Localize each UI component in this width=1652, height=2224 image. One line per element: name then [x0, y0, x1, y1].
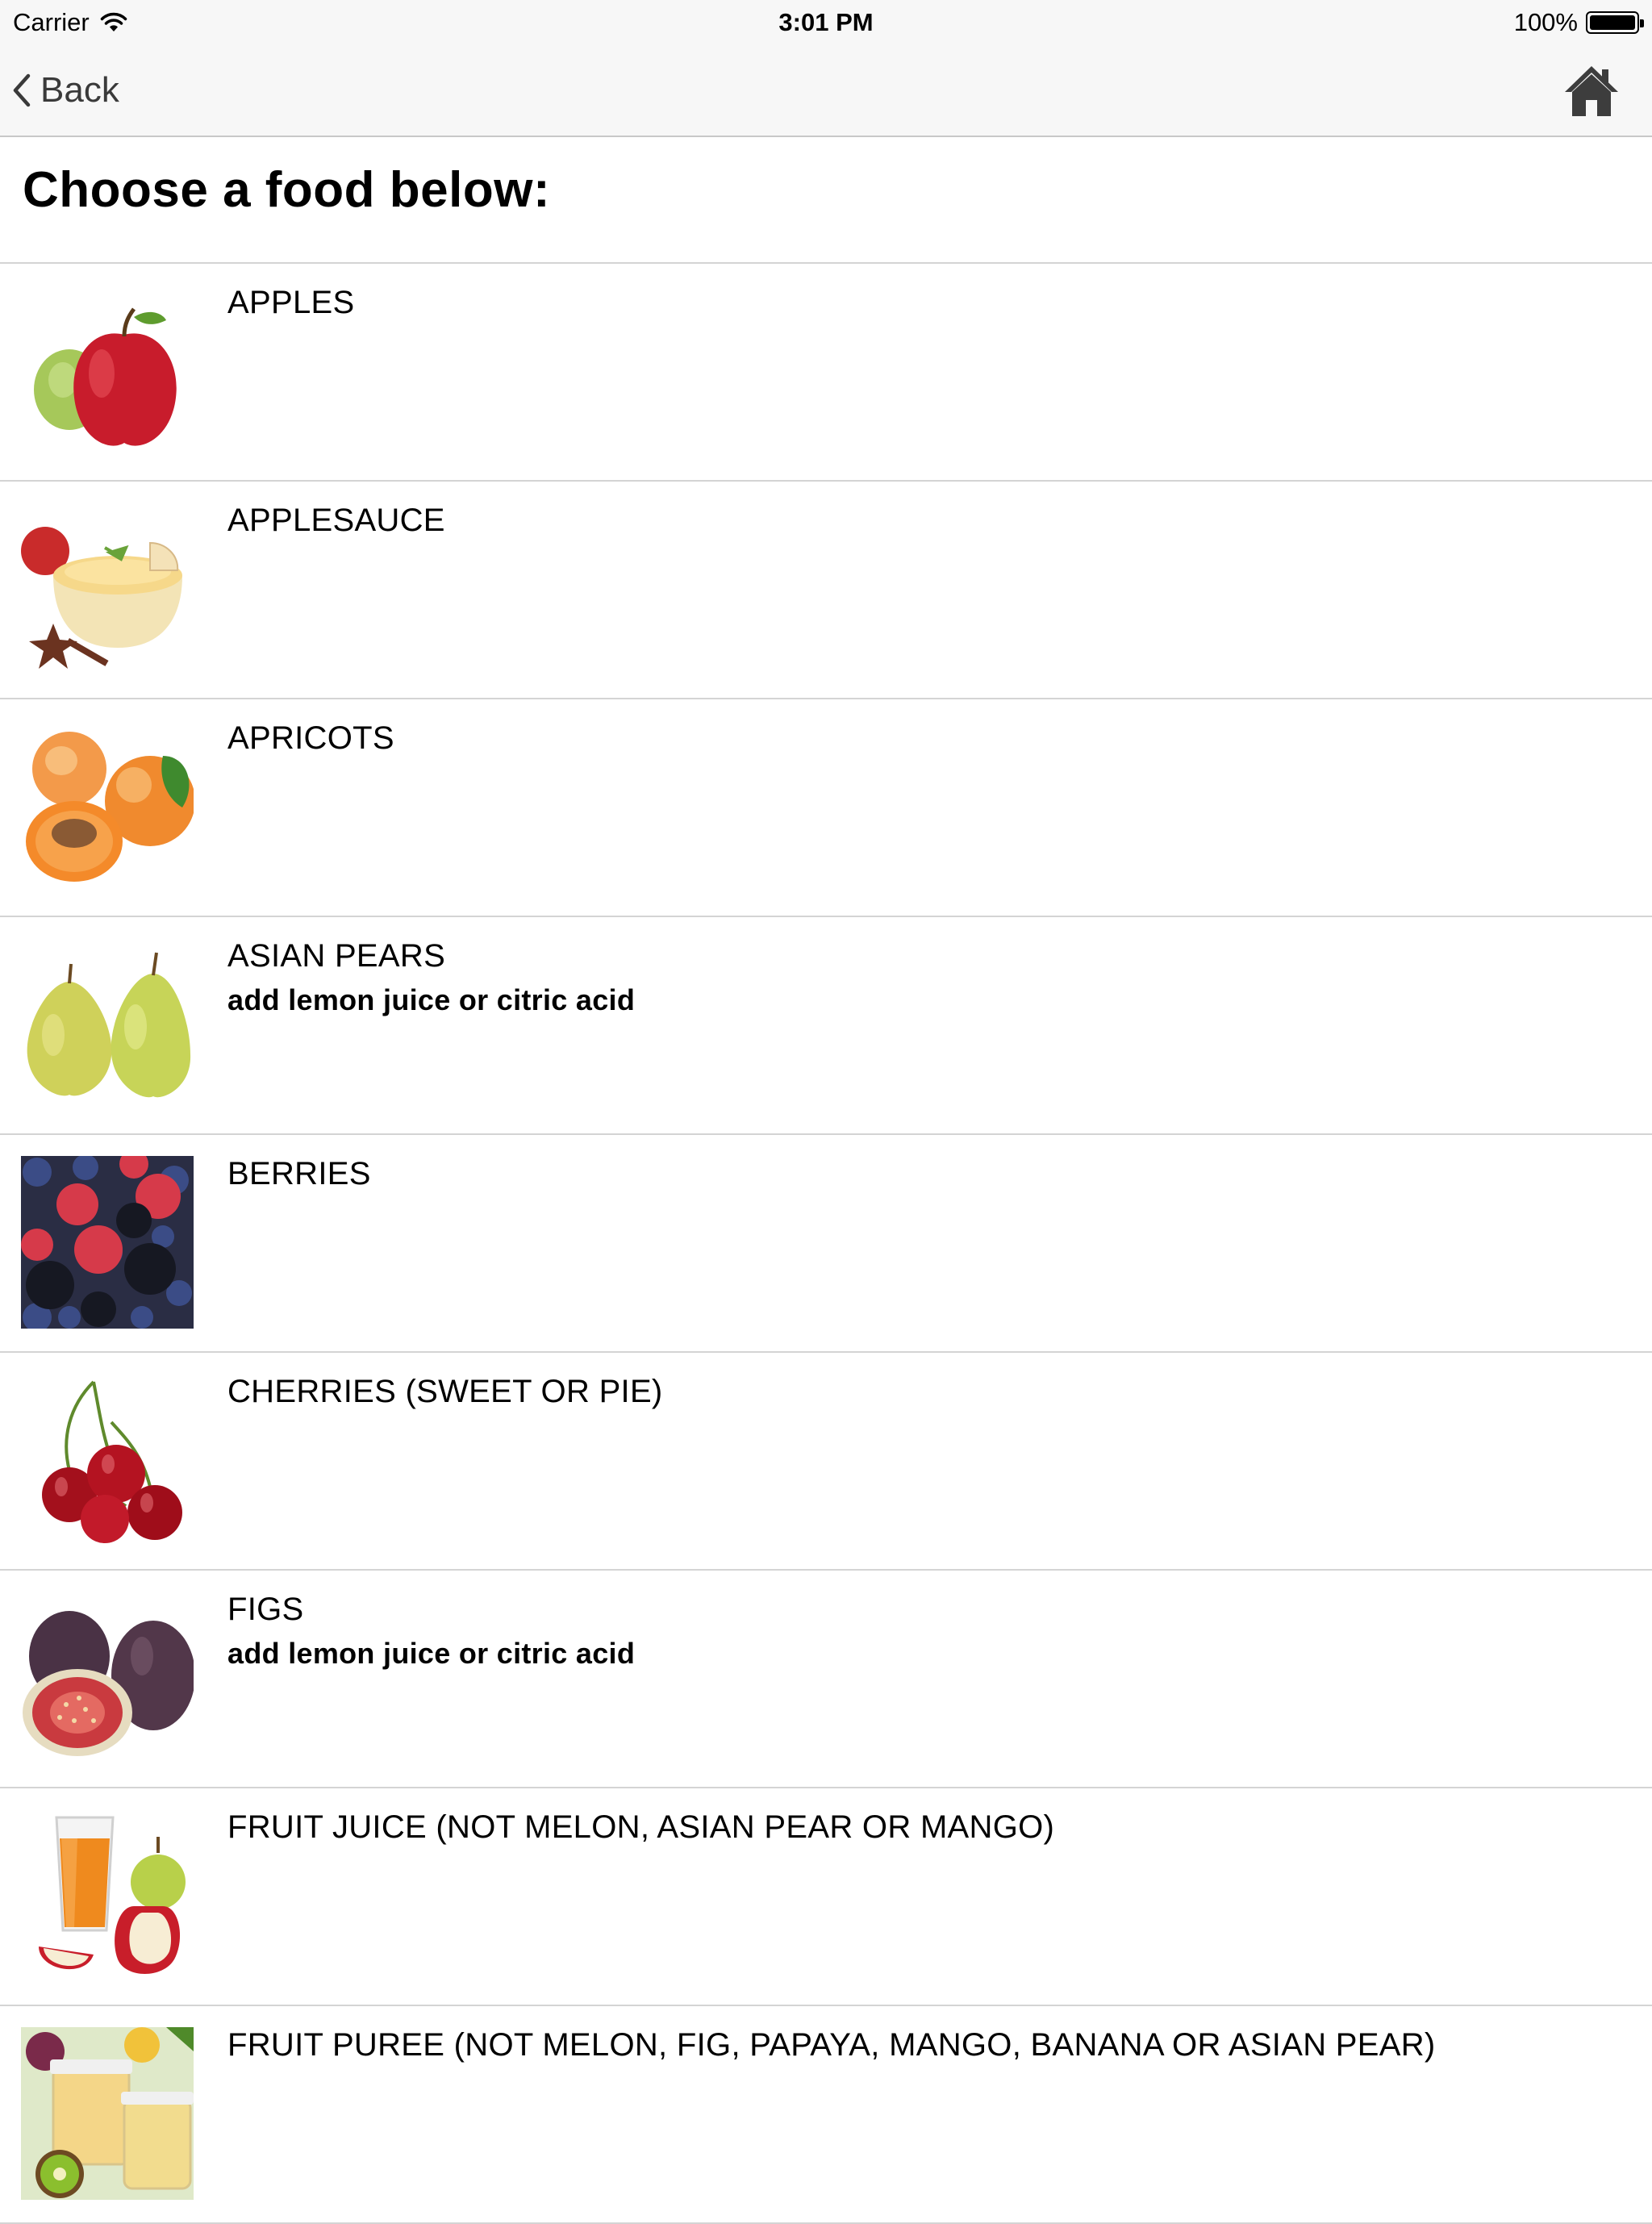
status-bar: Carrier 3:01 PM 100%	[0, 0, 1652, 45]
back-label: Back	[40, 70, 119, 110]
applesauce-image	[21, 527, 182, 669]
fruit-juice-image	[39, 1816, 186, 1974]
chevron-left-icon	[13, 73, 31, 107]
food-name: CHERRIES (SWEET OR PIE)	[227, 1374, 663, 1409]
food-name: FRUIT JUICE (NOT MELON, ASIAN PEAR OR MA…	[227, 1809, 1055, 1845]
food-name: APPLESAUCE	[227, 503, 445, 538]
apples-image	[34, 307, 177, 446]
status-time: 3:01 PM	[778, 8, 874, 36]
food-name: APRICOTS	[227, 720, 394, 756]
list-item[interactable]: CHERRIES (SWEET OR PIE)	[0, 1353, 1652, 1571]
food-name: ASIAN PEARS	[227, 938, 446, 974]
status-right: 100%	[1513, 6, 1644, 39]
list-item[interactable]: FRUIT JUICE (NOT MELON, ASIAN PEAR OR MA…	[0, 1788, 1652, 2006]
asian-pears-image	[27, 952, 191, 1098]
list-item[interactable]: APRICOTS	[0, 699, 1652, 917]
food-name: FRUIT PUREE (NOT MELON, FIG, PAPAYA, MAN…	[227, 2027, 1436, 2063]
cherries-image	[42, 1380, 182, 1543]
food-name: BERRIES	[227, 1156, 371, 1191]
list-item[interactable]: FIGS add lemon juice or citric acid	[0, 1571, 1652, 1788]
list-item[interactable]: FRUIT PUREE (NOT MELON, FIG, PAPAYA, MAN…	[0, 2006, 1652, 2224]
list-item[interactable]: APPLESAUCE	[0, 482, 1652, 699]
battery-fill	[1590, 15, 1635, 30]
fruit-puree-image	[21, 2027, 194, 2200]
list-item[interactable]: ASIAN PEARS add lemon juice or citric ac…	[0, 917, 1652, 1135]
home-icon[interactable]	[1563, 63, 1620, 119]
food-note: add lemon juice or citric acid	[227, 983, 636, 1016]
navigation-bar: Back	[0, 45, 1652, 137]
list-item[interactable]: APPLES	[0, 264, 1652, 482]
battery-icon	[1586, 11, 1644, 34]
list-item[interactable]: BERRIES	[0, 1135, 1652, 1353]
figs-image	[23, 1611, 194, 1756]
battery-percent: 100%	[1513, 8, 1578, 36]
battery-tip	[1640, 19, 1644, 27]
food-name: FIGS	[227, 1592, 304, 1627]
food-name: APPLES	[227, 285, 355, 320]
page-title: Choose a food below:	[23, 162, 551, 218]
apricots-image	[26, 732, 194, 882]
food-note: add lemon juice or citric acid	[227, 1637, 636, 1670]
food-list: APPLES APPLESAUCE APRICOTS ASIAN PEARS a…	[0, 264, 1652, 2224]
back-button[interactable]: Back	[11, 65, 119, 116]
berries-image	[21, 1156, 194, 1329]
